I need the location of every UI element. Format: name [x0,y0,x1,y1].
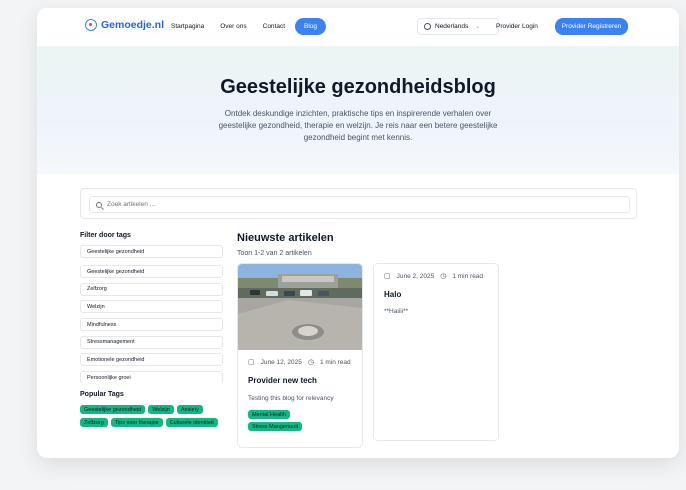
site-header: Gemoedje.nl Startpagina Over ons Contact… [37,8,679,46]
search-icon [96,201,102,208]
filter-title: Filter door tags [80,232,131,239]
nav-contact[interactable]: Contact [257,18,291,35]
article-date: June 2, 2025 [396,272,435,280]
article-title[interactable]: Provider new tech [248,376,352,385]
article-meta: ▢ June 2, 2025 ◷ 1 min read [384,272,488,281]
article-card[interactable]: ▢ June 2, 2025 ◷ 1 min read Halo **Haiii… [373,263,499,441]
tag-filter-item[interactable]: Emotionele gezondheid [80,353,223,367]
calendar-icon: ▢ [248,359,255,366]
popular-tag-chip[interactable]: Culturele identiteit [165,418,218,427]
article-date: June 12, 2025 [260,358,302,366]
articles-heading: Nieuwste artikelen [237,232,334,244]
tag-filter-item[interactable]: Geestelijke gezondheid [80,265,223,278]
popular-tag-chip[interactable]: Welzijn [148,405,174,414]
tag-filter-list[interactable]: Geestelijke gezondheid Geestelijke gezon… [80,245,223,383]
tag-filter-item[interactable]: Stressmanagement [80,335,223,349]
provider-login-link[interactable]: Provider Login [496,23,538,30]
clock-icon: ◷ [440,273,447,280]
hero-section: Geestelijke gezondheidsblog Ontdek desku… [37,46,679,174]
brand-logo-link[interactable]: Gemoedje.nl [85,19,164,31]
tag-filter-item[interactable]: Welzijn [80,300,223,314]
nav-blog[interactable]: Blog [295,18,327,35]
browser-window: Gemoedje.nl Startpagina Over ons Contact… [37,8,679,458]
article-tag-chip[interactable]: Stress Mangement [248,422,303,431]
chevron-down-icon: ⌄ [475,24,481,30]
popular-tags: Geestelijke gezondheid Welzijn Anxiety Z… [80,405,223,427]
nav-over-ons[interactable]: Over ons [214,18,252,35]
hero-subtitle: Ontdek deskundige inzichten, praktische … [218,109,498,142]
article-title[interactable]: Halo [384,290,488,299]
brand-logo-icon [85,19,97,31]
articles-count: Toon 1-2 van 2 artikelen [237,250,312,257]
tag-filter-item[interactable]: Mindfulness [80,318,223,332]
nav-startpagina[interactable]: Startpagina [165,18,210,35]
popular-tags-title: Popular Tags [80,391,124,398]
article-excerpt: **Haiiii** [384,308,409,315]
article-card[interactable]: ▢ June 12, 2025 ◷ 1 min read Provider ne… [237,263,363,448]
article-image [238,264,362,350]
calendar-icon: ▢ [384,273,391,280]
globe-icon [424,23,431,30]
article-meta: ▢ June 12, 2025 ◷ 1 min read [248,358,352,367]
popular-tag-chip[interactable]: Geestelijke gezondheid [80,405,146,414]
popular-tag-chip[interactable]: Anxiety [176,405,203,414]
popular-tag-chip[interactable]: Tips voor therapie [110,418,163,427]
clock-icon: ◷ [307,359,314,366]
search-box [89,196,630,213]
search-input[interactable] [107,201,607,208]
provider-register-button[interactable]: Provider Registreren [555,18,628,35]
tag-filter-item[interactable]: Zelfzorg [80,282,223,296]
article-read-time: 1 min read [452,272,484,280]
popular-tag-chip[interactable]: Zelfzorg [80,418,108,427]
brand-name: Gemoedje.nl [101,19,165,31]
tag-filter-item[interactable]: Persoonlijke groei [80,371,223,383]
language-select[interactable]: Nederlands ⌄ [417,18,499,35]
page-title: Geestelijke gezondheidsblog [220,76,496,98]
search-card [80,188,637,219]
article-tags: Mental Health Stress Mangement [248,410,352,431]
main-nav: Startpagina Over ons Contact Blog [165,18,327,35]
tag-filter-select[interactable]: Geestelijke gezondheid [80,245,223,258]
language-value: Nederlands [435,23,469,30]
article-excerpt: Testing this blog for relevancy [248,395,334,402]
article-read-time: 1 min read [319,358,351,366]
street-photo [238,264,362,350]
article-tag-chip[interactable]: Mental Health [248,410,290,419]
